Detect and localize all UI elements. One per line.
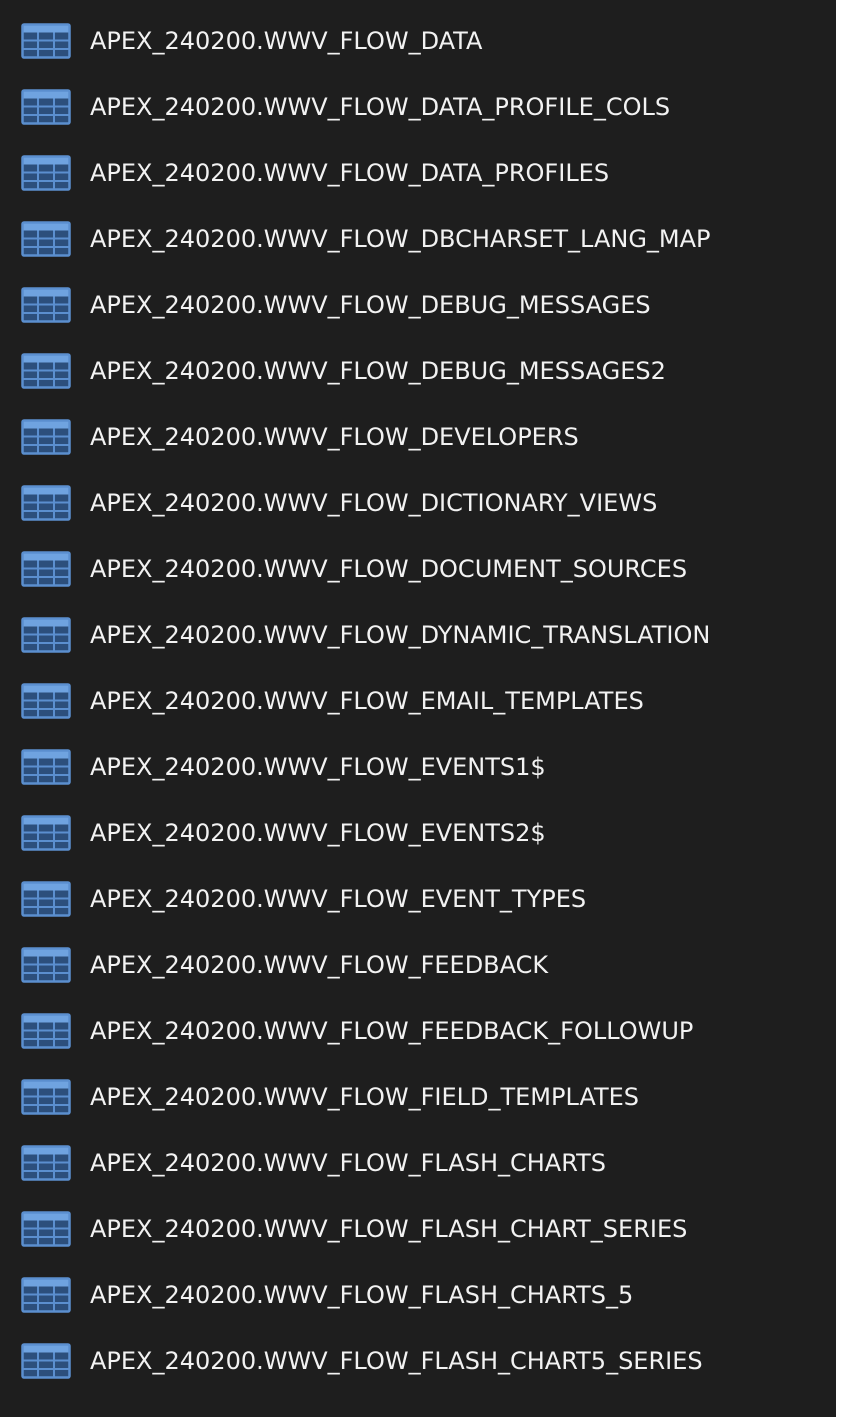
table-name-label: APEX_240200.WWV_FLOW_EMAIL_TEMPLATES — [90, 687, 644, 715]
table-icon — [21, 23, 71, 59]
table-name-label: APEX_240200.WWV_FLOW_FLASH_CHART5_SERIES — [90, 1347, 703, 1375]
table-name-label: APEX_240200.WWV_FLOW_DEVELOPERS — [90, 423, 579, 451]
table-icon — [21, 1079, 71, 1115]
table-list-item[interactable]: APEX_240200.WWV_FLOW_FLASH_CHARTS — [0, 1130, 836, 1196]
table-icon — [21, 155, 71, 191]
table-name-label: APEX_240200.WWV_FLOW_DEBUG_MESSAGES2 — [90, 357, 666, 385]
table-icon — [21, 683, 71, 719]
table-list-item[interactable]: APEX_240200.WWV_FLOW_FLASH_CHARTS_5 — [0, 1262, 836, 1328]
table-icon — [21, 551, 71, 587]
table-icon — [21, 419, 71, 455]
table-list-item[interactable]: APEX_240200.WWV_FLOW_DATA — [0, 8, 836, 74]
table-icon — [21, 815, 71, 851]
table-list-item[interactable]: APEX_240200.WWV_FLOW_DEVELOPERS — [0, 404, 836, 470]
table-list-item[interactable]: APEX_240200.WWV_FLOW_DICTIONARY_VIEWS — [0, 470, 836, 536]
table-icon — [21, 1343, 71, 1379]
table-list: APEX_240200.WWV_FLOW_DATA APEX_240200.WW… — [0, 8, 836, 1394]
table-name-label: APEX_240200.WWV_FLOW_DEBUG_MESSAGES — [90, 291, 651, 319]
table-list-item[interactable]: APEX_240200.WWV_FLOW_FEEDBACK — [0, 932, 836, 998]
table-icon — [21, 617, 71, 653]
table-list-item[interactable]: APEX_240200.WWV_FLOW_DEBUG_MESSAGES2 — [0, 338, 836, 404]
panel-edge — [836, 0, 846, 1417]
table-icon — [21, 89, 71, 125]
table-icon — [21, 1277, 71, 1313]
table-list-item[interactable]: APEX_240200.WWV_FLOW_DATA_PROFILE_COLS — [0, 74, 836, 140]
table-name-label: APEX_240200.WWV_FLOW_FIELD_TEMPLATES — [90, 1083, 639, 1111]
table-name-label: APEX_240200.WWV_FLOW_FEEDBACK — [90, 951, 549, 979]
table-icon — [21, 947, 71, 983]
table-list-item[interactable]: APEX_240200.WWV_FLOW_FIELD_TEMPLATES — [0, 1064, 836, 1130]
table-icon — [21, 485, 71, 521]
table-name-label: APEX_240200.WWV_FLOW_DOCUMENT_SOURCES — [90, 555, 688, 583]
table-name-label: APEX_240200.WWV_FLOW_EVENTS2$ — [90, 819, 546, 847]
table-name-label: APEX_240200.WWV_FLOW_DATA_PROFILES — [90, 159, 610, 187]
table-icon — [21, 749, 71, 785]
table-icon — [21, 1211, 71, 1247]
table-list-item[interactable]: APEX_240200.WWV_FLOW_FLASH_CHART_SERIES — [0, 1196, 836, 1262]
table-list-item[interactable]: APEX_240200.WWV_FLOW_DOCUMENT_SOURCES — [0, 536, 836, 602]
table-list-item[interactable]: APEX_240200.WWV_FLOW_EVENTS1$ — [0, 734, 836, 800]
table-list-item[interactable]: APEX_240200.WWV_FLOW_DEBUG_MESSAGES — [0, 272, 836, 338]
table-name-label: APEX_240200.WWV_FLOW_DBCHARSET_LANG_MAP — [90, 225, 711, 253]
table-name-label: APEX_240200.WWV_FLOW_EVENTS1$ — [90, 753, 546, 781]
table-name-label: APEX_240200.WWV_FLOW_DYNAMIC_TRANSLATION — [90, 621, 711, 649]
table-list-item[interactable]: APEX_240200.WWV_FLOW_EVENT_TYPES — [0, 866, 836, 932]
table-icon — [21, 221, 71, 257]
table-name-label: APEX_240200.WWV_FLOW_FEEDBACK_FOLLOWUP — [90, 1017, 694, 1045]
table-icon — [21, 353, 71, 389]
table-name-label: APEX_240200.WWV_FLOW_FLASH_CHARTS — [90, 1149, 607, 1177]
table-list-item[interactable]: APEX_240200.WWV_FLOW_DBCHARSET_LANG_MAP — [0, 206, 836, 272]
table-list-item[interactable]: APEX_240200.WWV_FLOW_EVENTS2$ — [0, 800, 836, 866]
table-icon — [21, 1145, 71, 1181]
table-name-label: APEX_240200.WWV_FLOW_DATA_PROFILE_COLS — [90, 93, 671, 121]
table-name-label: APEX_240200.WWV_FLOW_EVENT_TYPES — [90, 885, 587, 913]
object-tree-panel: APEX_240200.WWV_FLOW_DATA APEX_240200.WW… — [0, 0, 846, 1417]
table-name-label: APEX_240200.WWV_FLOW_FLASH_CHART_SERIES — [90, 1215, 688, 1243]
table-list-item[interactable]: APEX_240200.WWV_FLOW_DYNAMIC_TRANSLATION — [0, 602, 836, 668]
table-icon — [21, 881, 71, 917]
table-name-label: APEX_240200.WWV_FLOW_DATA — [90, 27, 483, 55]
table-list-item[interactable]: APEX_240200.WWV_FLOW_DATA_PROFILES — [0, 140, 836, 206]
table-list-item[interactable]: APEX_240200.WWV_FLOW_EMAIL_TEMPLATES — [0, 668, 836, 734]
table-icon — [21, 1013, 71, 1049]
table-name-label: APEX_240200.WWV_FLOW_DICTIONARY_VIEWS — [90, 489, 658, 517]
table-list-item[interactable]: APEX_240200.WWV_FLOW_FLASH_CHART5_SERIES — [0, 1328, 836, 1394]
table-list-item[interactable]: APEX_240200.WWV_FLOW_FEEDBACK_FOLLOWUP — [0, 998, 836, 1064]
table-icon — [21, 287, 71, 323]
table-name-label: APEX_240200.WWV_FLOW_FLASH_CHARTS_5 — [90, 1281, 634, 1309]
